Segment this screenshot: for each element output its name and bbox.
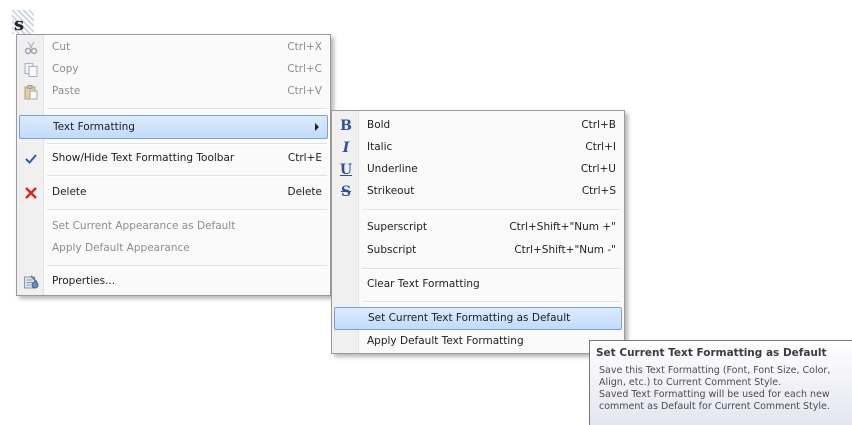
underline-icon: U [339, 162, 353, 178]
menu-item-label: Apply Default Text Formatting [367, 335, 524, 347]
submenu-item-subscript[interactable]: Subscript Ctrl+Shift+"Num -" [334, 240, 622, 262]
submenu-item-strikeout[interactable]: S Strikeout Ctrl+S [334, 181, 622, 203]
menu-item-shortcut: Delete [287, 186, 323, 198]
menu-separator [362, 209, 621, 211]
menu-item-label: Strikeout [367, 185, 415, 197]
menu-item-label: Set Current Appearance as Default [52, 220, 236, 232]
submenu-item-apply-default-formatting[interactable]: Apply Default Text Formatting [334, 331, 622, 353]
checkmark-icon [22, 150, 40, 168]
menu-item-shortcut: Ctrl+S [581, 185, 616, 197]
menu-item-label: Bold [367, 119, 391, 131]
menu-item-label: Text Formatting [53, 121, 135, 133]
menu-item-label: Underline [367, 163, 418, 175]
tooltip: Set Current Text Formatting as Default S… [589, 340, 852, 425]
submenu-item-bold[interactable]: B Bold Ctrl+B [334, 115, 622, 137]
menu-item-properties[interactable]: Properties... [19, 271, 328, 293]
submenu-item-clear-formatting[interactable]: Clear Text Formatting [334, 274, 622, 296]
menu-item-label: Properties... [52, 275, 116, 287]
menu-item-set-appearance-default[interactable]: Set Current Appearance as Default [19, 216, 328, 238]
tooltip-title: Set Current Text Formatting as Default [596, 347, 827, 359]
menu-separator [47, 265, 327, 267]
menu-item-shortcut: Ctrl+E [287, 152, 322, 164]
submenu-item-italic[interactable]: I Italic Ctrl+I [334, 137, 622, 159]
italic-icon: I [342, 140, 350, 156]
tooltip-body: Save this Text Formatting (Font, Font Si… [599, 365, 831, 412]
submenu-item-underline[interactable]: U Underline Ctrl+U [334, 159, 622, 181]
menu-separator [362, 301, 621, 303]
menu-item-cut[interactable]: Cut Ctrl+X [19, 37, 328, 59]
menu-item-shortcut: Ctrl+Shift+"Num +" [509, 221, 616, 233]
menu-item-apply-default-appearance[interactable]: Apply Default Appearance [19, 238, 328, 260]
menu-item-shortcut: Ctrl+Shift+"Num -" [514, 244, 616, 256]
menu-item-label: Copy [52, 63, 79, 75]
menu-separator [47, 209, 327, 211]
menu-item-shortcut: Ctrl+V [287, 85, 322, 97]
menu-item-label: Superscript [367, 221, 428, 233]
menu-item-text-formatting[interactable]: Text Formatting [19, 115, 328, 139]
scissors-icon [22, 39, 40, 57]
menu-item-label: Cut [52, 41, 71, 53]
menu-separator [362, 268, 621, 270]
properties-icon [22, 273, 40, 291]
menu-item-label: Paste [52, 85, 81, 97]
red-x-icon [22, 184, 40, 202]
paste-icon [22, 83, 40, 101]
menu-item-label: Delete [52, 186, 87, 198]
menu-item-shortcut: Ctrl+C [287, 63, 322, 75]
bold-icon: B [340, 118, 352, 134]
context-menu: Cut Ctrl+X Copy Ctrl+C Paste Ctrl+V Text… [16, 34, 331, 296]
menu-item-paste[interactable]: Paste Ctrl+V [19, 81, 328, 103]
document-text: s [14, 14, 25, 35]
menu-item-shortcut: Ctrl+I [585, 141, 616, 153]
submenu-item-superscript[interactable]: Superscript Ctrl+Shift+"Num +" [334, 217, 622, 239]
menu-item-label: Italic [367, 141, 393, 153]
submenu-arrow-icon [315, 123, 319, 131]
menu-separator [47, 143, 327, 145]
menu-item-delete[interactable]: Delete Delete [19, 182, 328, 204]
document-caret-area: s [6, 8, 34, 36]
menu-item-show-hide-toolbar[interactable]: Show/Hide Text Formatting Toolbar Ctrl+E [19, 148, 328, 170]
menu-item-label: Clear Text Formatting [367, 278, 480, 290]
menu-item-label: Apply Default Appearance [52, 242, 190, 254]
submenu-item-set-formatting-default[interactable]: Set Current Text Formatting as Default [334, 307, 622, 330]
copy-icon [22, 61, 40, 79]
menu-item-shortcut: Ctrl+B [581, 119, 616, 131]
menu-item-shortcut: Ctrl+U [580, 163, 616, 175]
menu-item-label: Subscript [367, 244, 417, 256]
menu-separator [47, 108, 327, 110]
menu-item-copy[interactable]: Copy Ctrl+C [19, 59, 328, 81]
menu-separator [47, 175, 327, 177]
text-formatting-submenu: B Bold Ctrl+B I Italic Ctrl+I U Underlin… [331, 110, 625, 354]
strikeout-icon: S [340, 184, 352, 200]
menu-item-label: Show/Hide Text Formatting Toolbar [52, 152, 235, 164]
menu-item-label: Set Current Text Formatting as Default [368, 312, 571, 324]
menu-item-shortcut: Ctrl+X [287, 41, 322, 53]
